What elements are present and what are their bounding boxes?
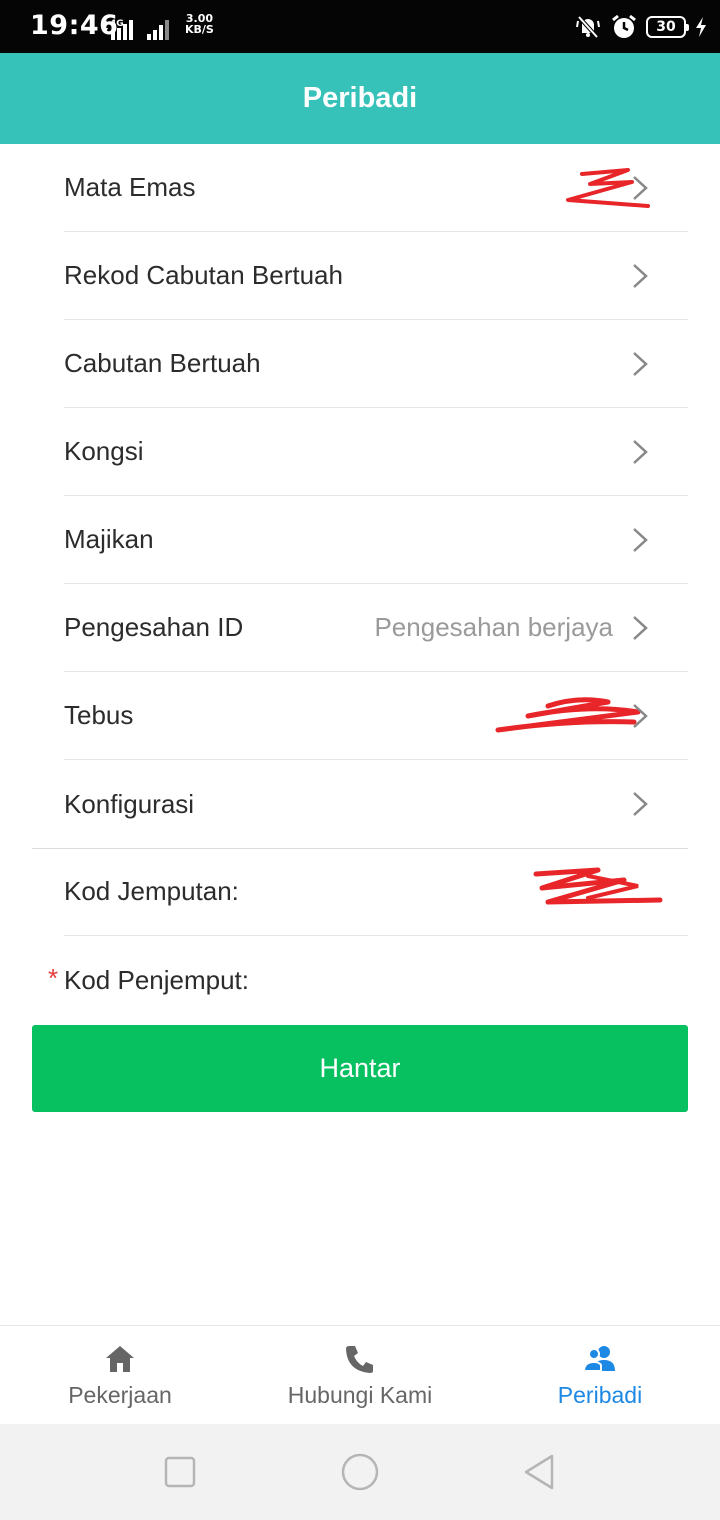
menu-item-label: Pengesahan ID: [64, 612, 244, 642]
menu-item-pengesahan-id[interactable]: Pengesahan ID Pengesahan berjaya: [64, 584, 688, 672]
system-nav-bar: [0, 1424, 720, 1520]
network-speed: 3.00 KB/S: [185, 12, 214, 36]
menu-item-label: Mata Emas: [64, 172, 196, 202]
tab-label: Peribadi: [557, 1382, 643, 1408]
chevron-right-icon: [633, 792, 648, 816]
status-bar: 19:46 4G 3.00 KB/S 30: [0, 0, 720, 53]
chevron-right-icon: [633, 528, 648, 552]
menu-item-tebus[interactable]: Tebus: [64, 672, 688, 760]
menu-item-label: Tebus: [64, 700, 134, 730]
mute-vibrate-icon: [576, 15, 600, 39]
network-indicator: 4G: [102, 14, 172, 42]
chevron-right-icon: [633, 616, 648, 640]
status-icons: 30: [574, 11, 708, 43]
verification-status: Pengesahan berjaya: [374, 612, 613, 642]
menu-item-konfigurasi[interactable]: Konfigurasi: [64, 760, 688, 848]
page-header: Peribadi: [0, 53, 720, 144]
chevron-right-icon: [633, 704, 648, 728]
signal-icon: 4G: [104, 19, 169, 40]
tab-peribadi[interactable]: Peribadi: [480, 1326, 720, 1425]
menu-item-label: Kongsi: [64, 436, 144, 466]
chevron-right-icon: [633, 176, 648, 200]
required-mark: *: [48, 963, 59, 993]
chevron-right-icon: [633, 440, 648, 464]
bottom-tab-bar: Pekerjaan Hubungi Kami Peribadi: [0, 1325, 720, 1424]
recents-button[interactable]: [160, 1452, 200, 1492]
phone-icon: [346, 1346, 373, 1373]
menu-item-kongsi[interactable]: Kongsi: [64, 408, 688, 496]
tab-pekerjaan[interactable]: Pekerjaan: [0, 1326, 240, 1425]
charging-icon: [696, 17, 706, 37]
menu-item-label: Konfigurasi: [64, 788, 195, 819]
invite-code-row: Kod Jemputan:: [64, 848, 688, 936]
page-title: Peribadi: [302, 82, 418, 114]
network-type: 4G: [110, 19, 124, 29]
submit-button[interactable]: Hantar: [32, 1025, 688, 1112]
chevron-right-icon: [633, 264, 648, 288]
menu-item-majikan[interactable]: Majikan: [64, 496, 688, 584]
menu-item-label: Rekod Cabutan Bertuah: [64, 260, 343, 290]
back-button[interactable]: [520, 1452, 560, 1492]
referrer-code-label: Kod Penjemput:: [64, 964, 250, 995]
tab-label: Hubungi Kami: [287, 1382, 433, 1408]
home-button[interactable]: [340, 1452, 380, 1492]
tab-hubungi-kami[interactable]: Hubungi Kami: [240, 1326, 480, 1425]
chevron-right-icon: [633, 352, 648, 376]
home-icon: [106, 1346, 134, 1372]
alarm-icon: [612, 14, 636, 38]
referrer-code-field[interactable]: Kod Penjemput:: [64, 936, 688, 1024]
battery-icon: 30: [646, 16, 689, 38]
redaction-scribble: [495, 697, 641, 733]
tab-label: Pekerjaan: [68, 1382, 172, 1408]
invite-code-label: Kod Jemputan:: [64, 876, 239, 906]
users-icon: [583, 1346, 615, 1372]
redaction-scribble: [533, 867, 663, 905]
menu-item-label: Majikan: [64, 524, 154, 554]
menu-item-label: Cabutan Bertuah: [64, 348, 261, 378]
menu-item-cabutan-bertuah[interactable]: Cabutan Bertuah: [64, 320, 688, 408]
menu-item-rekod-cabutan-bertuah[interactable]: Rekod Cabutan Bertuah: [64, 232, 688, 320]
menu-item-mata-emas[interactable]: Mata Emas: [64, 144, 688, 232]
